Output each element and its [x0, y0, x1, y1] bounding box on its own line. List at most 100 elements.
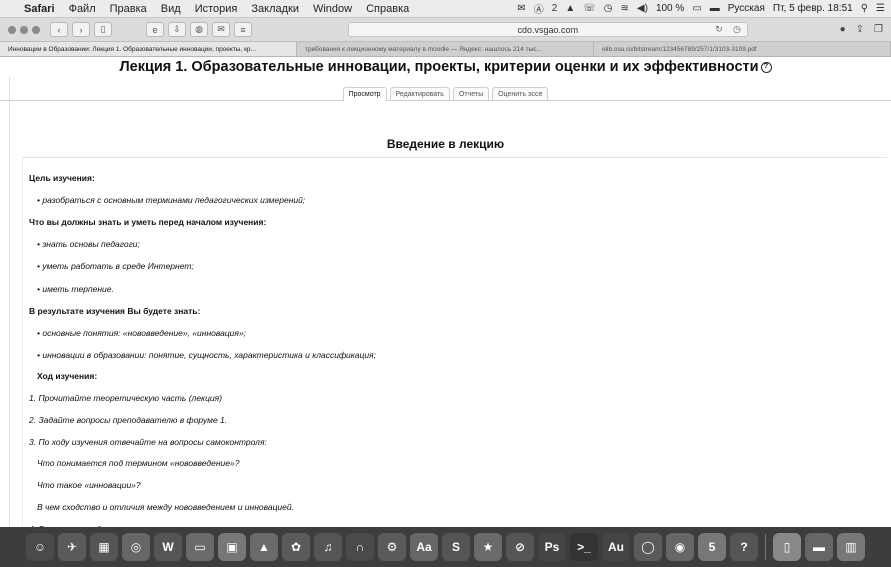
- spotlight-icon[interactable]: ⚲: [861, 3, 868, 14]
- status-area: ✉ Ⓐ 2 ▲ ☏ ◷ ≋ ◀) 100 % ▭ ▬ Русская Пт, 5…: [517, 1, 891, 16]
- dictionary-icon[interactable]: Aa: [410, 533, 438, 561]
- launchpad-icon[interactable]: ✈: [58, 533, 86, 561]
- content-line: • инновации в образовании: понятие, сущн…: [37, 350, 377, 360]
- menu-app-name[interactable]: Safari: [24, 3, 55, 15]
- chrome-icon[interactable]: ◉: [666, 533, 694, 561]
- dock: ☺ ✈ ▦ ◎ W ▭ ▣ ▲ ✿ ♫ ∩ ⚙ Aa S ★ ⊘ Ps >_ Au ◯ ◉ 5? ▯ ▬ ▥: [0, 527, 891, 567]
- lecture-content: Цель изучения: • разобраться с основным т…: [22, 157, 887, 527]
- address-bar[interactable]: cdo.vsgao.com ↻ ◷: [347, 22, 748, 37]
- tab-reports[interactable]: Отчеты: [452, 87, 490, 100]
- tab-view[interactable]: Просмотр: [342, 87, 387, 101]
- drive-icon[interactable]: ▲: [565, 3, 575, 14]
- content-line: 1. Прочитайте теоретическую часть (лекци…: [29, 393, 223, 403]
- preview-icon[interactable]: ▣: [218, 533, 246, 561]
- help-icon[interactable]: ?: [760, 61, 772, 73]
- content-heading: Цель изучения:: [29, 173, 95, 183]
- input-language[interactable]: Русская: [728, 3, 765, 14]
- back-button[interactable]: ‹: [50, 22, 68, 37]
- browser-tabs: Инновации в Образовании: Лекция 1. Образ…: [0, 42, 891, 57]
- menu-item-history[interactable]: История: [195, 3, 238, 15]
- browser-tab-lecture[interactable]: Инновации в Образовании: Лекция 1. Образ…: [0, 42, 297, 56]
- mission-control-icon[interactable]: ▦: [90, 533, 118, 561]
- calendar-icon[interactable]: 5: [698, 533, 726, 561]
- browser-toolbar: ‹ › ▯ e ⇩ ◍ ✉ ≡ cdo.vsgao.com ↻ ◷ ● ⇪ ❐: [0, 18, 891, 42]
- share-icon[interactable]: ⇪: [856, 24, 864, 35]
- finder-window-icon[interactable]: ◯: [634, 533, 662, 561]
- menu-bar: Safari Файл Правка Вид История Закладки …: [0, 0, 891, 18]
- volume-icon[interactable]: ◀): [637, 3, 648, 14]
- content-line: • иметь терпение.: [37, 284, 114, 294]
- section-title: Введение в лекцию: [386, 137, 505, 151]
- content-line: • знать основы педагоги;: [37, 239, 140, 249]
- trash-icon[interactable]: ▥: [837, 533, 865, 561]
- menu-item-edit[interactable]: Правка: [110, 3, 147, 15]
- finder-icon[interactable]: ☺: [26, 533, 54, 561]
- photoshop-icon[interactable]: Ps: [538, 533, 566, 561]
- safari-icon[interactable]: ◎: [122, 533, 150, 561]
- menu-item-bookmarks[interactable]: Закладки: [251, 3, 299, 15]
- mail-extension-button[interactable]: ✉: [212, 22, 230, 37]
- content-line: 2. Задайте вопросы преподавателю в форум…: [29, 415, 228, 425]
- battery-icon[interactable]: ▭: [692, 3, 701, 14]
- word-icon[interactable]: W: [154, 533, 182, 561]
- address-bar-url: cdo.vsgao.com: [517, 24, 579, 35]
- wifi-icon[interactable]: ≋: [621, 3, 629, 14]
- adobe-icon[interactable]: Ⓐ: [534, 1, 544, 16]
- content-line: • уметь работать в среде Интернет;: [37, 261, 194, 271]
- downloads-icon[interactable]: ●: [840, 24, 846, 35]
- minimize-window-icon[interactable]: [20, 25, 28, 34]
- tab-grade-essay[interactable]: Оценить эссе: [492, 87, 549, 100]
- menu-item-file[interactable]: Файл: [69, 3, 96, 15]
- zoom-window-icon[interactable]: [32, 25, 40, 34]
- page-title: Лекция 1. Образовательные инновации, про…: [0, 59, 891, 75]
- imovie-icon[interactable]: ★: [474, 533, 502, 561]
- toolbar-right: ● ⇪ ❐: [840, 24, 883, 35]
- window-controls: [8, 25, 40, 34]
- content-heading: Что вы должны знать и уметь перед начало…: [29, 217, 267, 227]
- headphones-icon[interactable]: ∩: [346, 533, 374, 561]
- content-line: В чем сходство и отличия между нововведе…: [37, 502, 294, 512]
- display-icon[interactable]: ▬: [805, 533, 833, 561]
- skype-icon[interactable]: S: [442, 533, 470, 561]
- clock[interactable]: Пт, 5 февр. 18:51: [773, 3, 853, 14]
- forward-button[interactable]: ›: [72, 22, 90, 37]
- download-extension-button[interactable]: ⇩: [168, 22, 186, 37]
- content-heading: В результате изучения Вы будете знать:: [29, 306, 201, 316]
- chat-icon[interactable]: ✉: [517, 3, 525, 14]
- help-icon[interactable]: ?: [730, 533, 758, 561]
- keynote-icon[interactable]: ▭: [186, 533, 214, 561]
- steam-icon[interactable]: ⊘: [506, 533, 534, 561]
- content-line: • разобраться с основным терминами педаг…: [37, 195, 306, 205]
- reload-icon[interactable]: ↻: [715, 24, 723, 35]
- battery-percent: 100 %: [655, 3, 685, 14]
- menu-item-help[interactable]: Справка: [366, 3, 409, 15]
- tab-edit[interactable]: Редактировать: [389, 87, 450, 100]
- phone-icon[interactable]: ☏: [583, 3, 596, 14]
- content-line: Что такое «инновации»?: [37, 480, 141, 490]
- adobe-count: 2: [551, 3, 558, 14]
- audition-icon[interactable]: Au: [602, 533, 630, 561]
- document-icon[interactable]: ▯: [773, 533, 801, 561]
- browser-tab-yandex[interactable]: требования к лекционному материалу в moo…: [297, 42, 594, 56]
- reader-button[interactable]: ≡: [234, 22, 252, 37]
- content-line: • основные понятия: «нововведение», «инн…: [37, 328, 247, 338]
- menu-item-view[interactable]: Вид: [161, 3, 181, 15]
- menu-item-window[interactable]: Window: [313, 3, 352, 15]
- page-tabs: Просмотр Редактировать Отчеты Оценить эс…: [0, 87, 891, 101]
- sidebar-toggle-button[interactable]: ▯: [94, 22, 112, 37]
- extension-button[interactable]: ◍: [190, 22, 208, 37]
- vlc-icon[interactable]: ▲: [250, 533, 278, 561]
- terminal-icon[interactable]: >_: [570, 533, 598, 561]
- close-window-icon[interactable]: [8, 25, 16, 34]
- photos-icon[interactable]: ✿: [282, 533, 310, 561]
- browser-tab-pdf[interactable]: elib.osu.ru/bitstream/123456789/257/1/31…: [594, 42, 891, 56]
- notification-center-icon[interactable]: ☰: [876, 3, 885, 14]
- web-page: Лекция 1. Образовательные инновации, про…: [0, 57, 891, 527]
- tabs-overview-icon[interactable]: ❐: [874, 24, 883, 35]
- clock-extension-icon[interactable]: ◷: [733, 24, 741, 35]
- system-prefs-icon[interactable]: ⚙: [378, 533, 406, 561]
- flag-icon[interactable]: ▬: [710, 3, 720, 14]
- ebay-extension-button[interactable]: e: [146, 22, 164, 37]
- time-machine-icon[interactable]: ◷: [604, 3, 613, 14]
- itunes-icon[interactable]: ♫: [314, 533, 342, 561]
